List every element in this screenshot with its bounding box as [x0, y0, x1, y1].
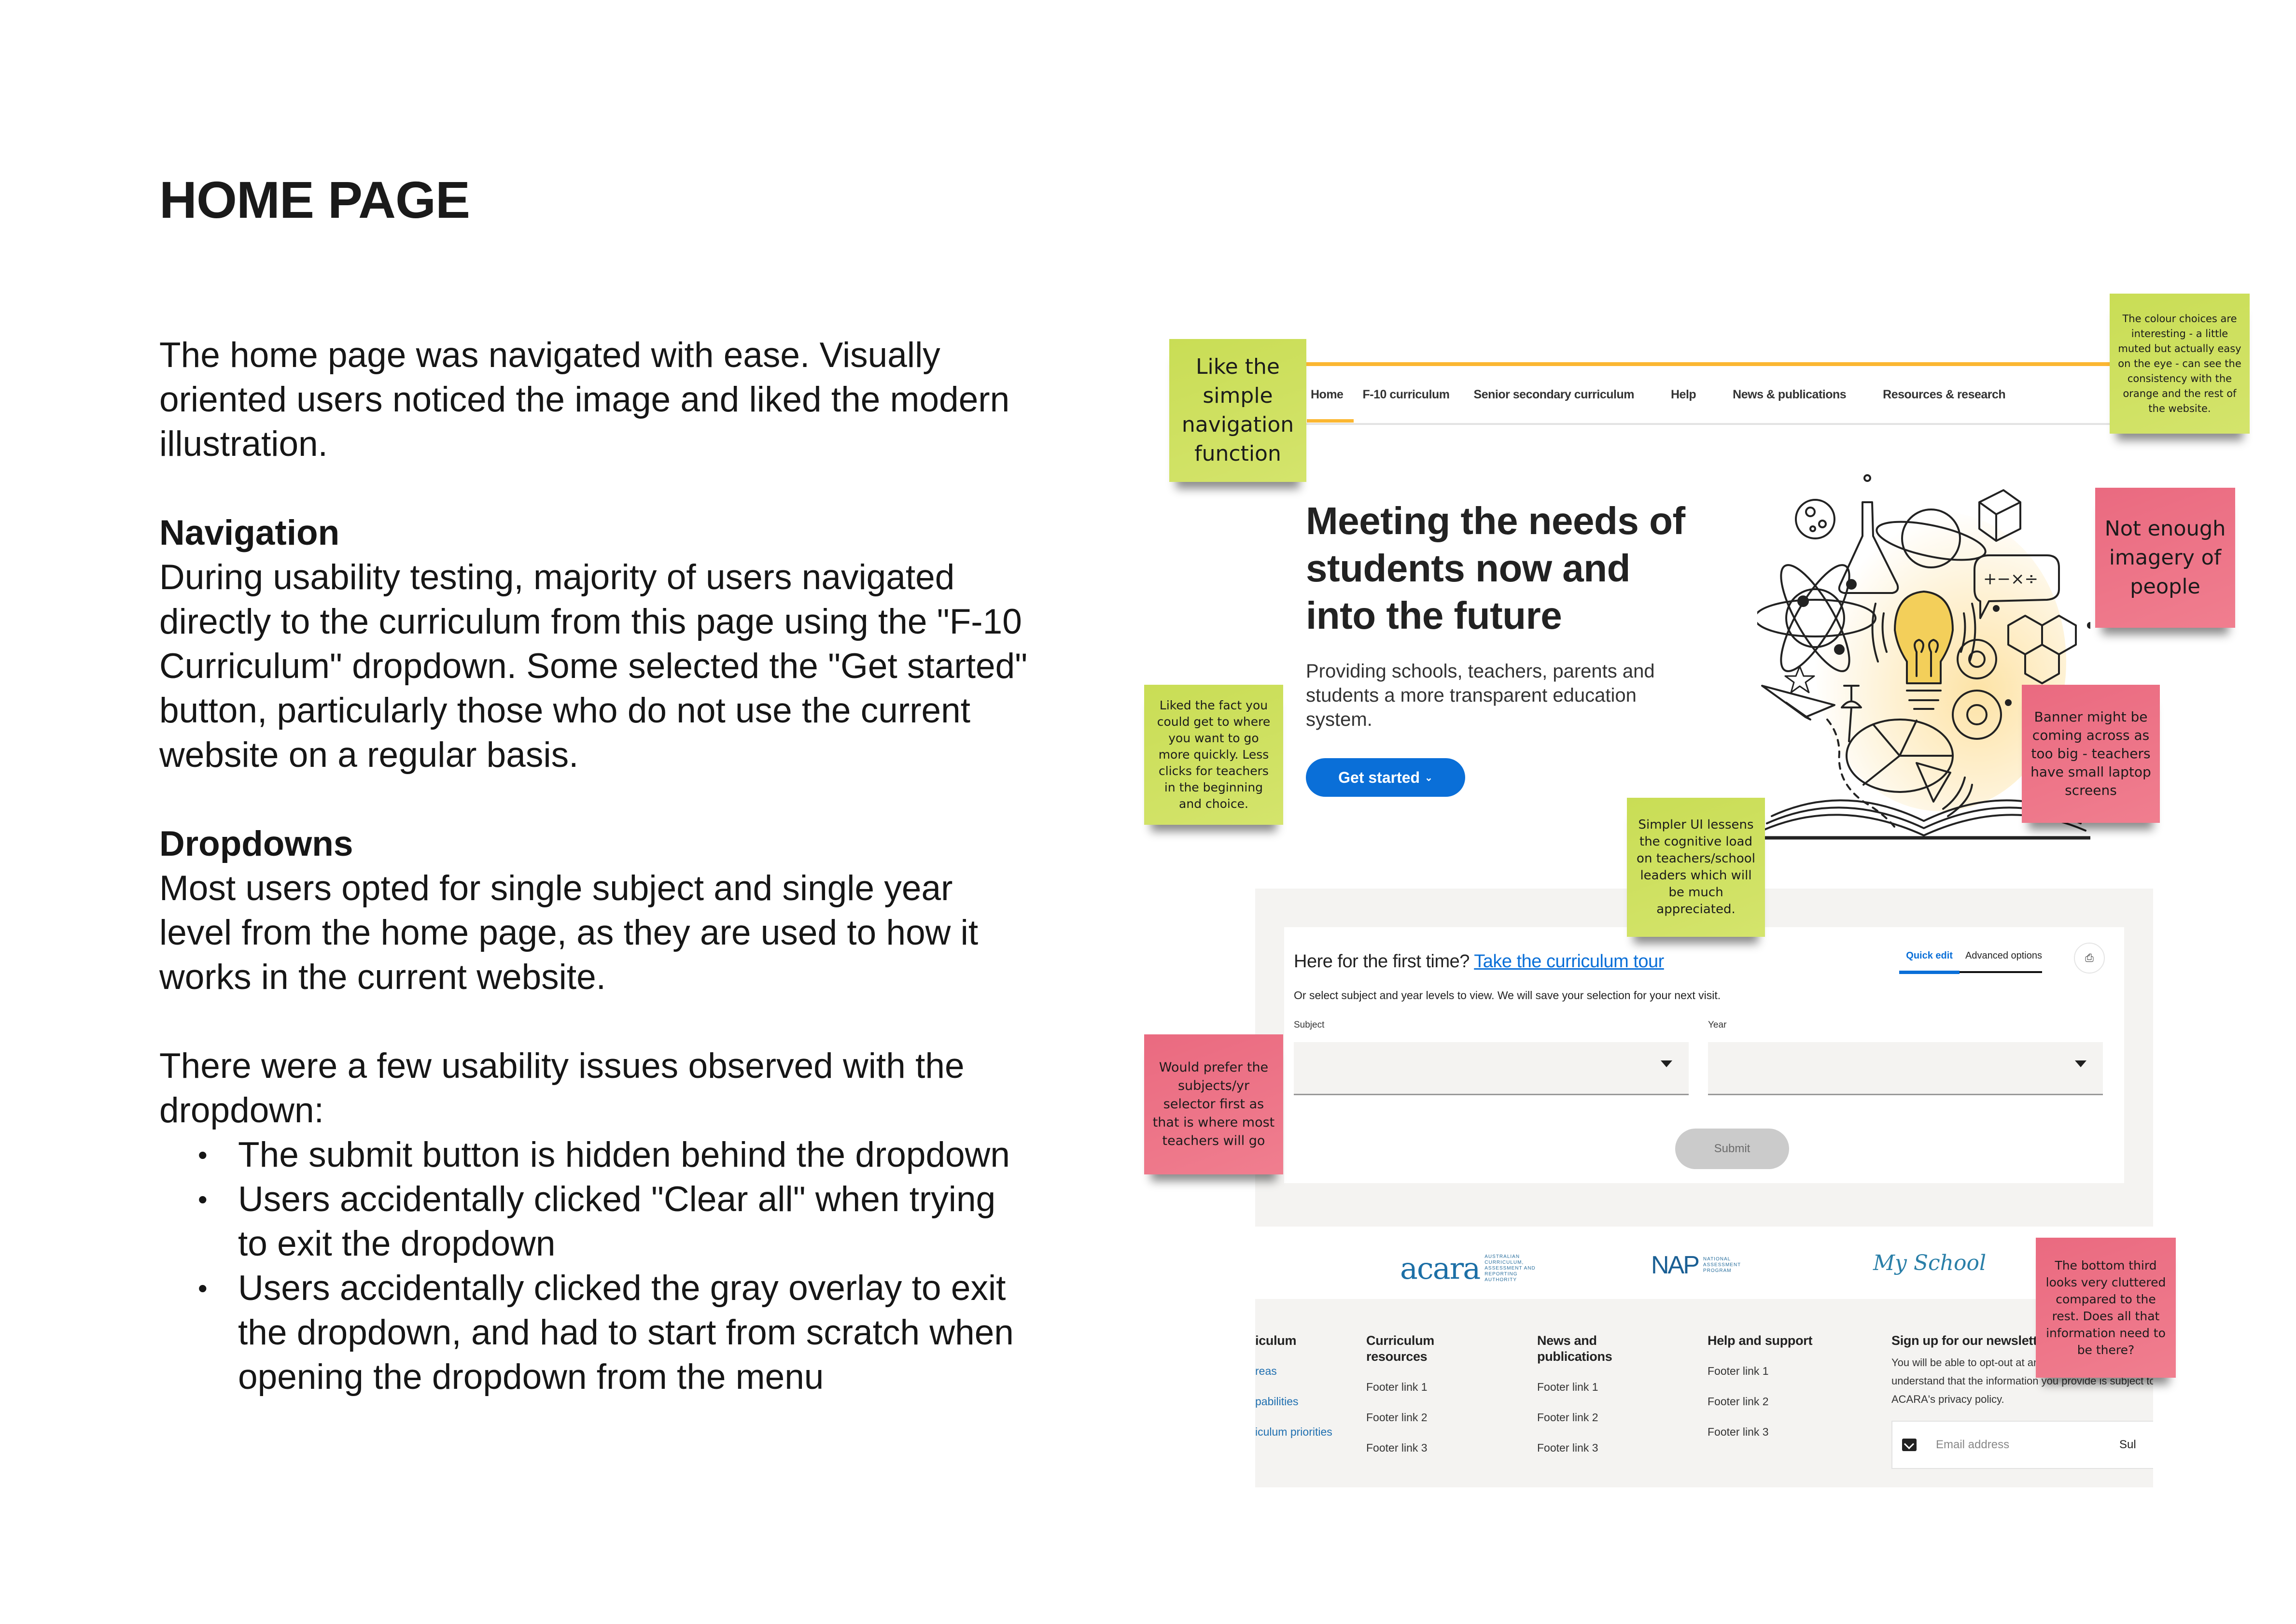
hero-title: Meeting the needs of students now and in… [1306, 499, 1685, 637]
year-label: Year [1708, 1020, 1727, 1030]
sticky-note-bottom-third: The bottom third looks very cluttered co… [2036, 1238, 2176, 1378]
page-title: HOME PAGE [159, 170, 470, 229]
sticky-note-banner: Banner might be coming across as too big… [2022, 685, 2160, 823]
moon-icon [1795, 499, 1835, 539]
nav-item-news-publications[interactable]: News & publications [1733, 388, 1846, 402]
section-body-dropdowns: Most users opted for single subject and … [159, 869, 979, 997]
sticky-note-simpler-ui: Simpler UI lessens the cognitive load on… [1627, 798, 1765, 937]
paper-plane-icon [1761, 685, 1835, 720]
footer-link[interactable]: iculum priorities [1255, 1424, 1332, 1440]
issues-list: The submit button is hidden behind the d… [159, 1133, 1028, 1399]
footer-heading: Curriculum resources [1366, 1333, 1435, 1364]
acara-tagline: Australian Curriculum, Assessment and Re… [1484, 1254, 1536, 1283]
get-started-label: Get started [1338, 768, 1420, 786]
footer-link[interactable]: Footer link 2 [1537, 1410, 1634, 1426]
section-body-navigation: During usability testing, majority of us… [159, 558, 1028, 775]
section-heading-dropdowns: Dropdowns [159, 824, 353, 863]
footer-heading: iculum [1255, 1333, 1297, 1348]
footer-link[interactable]: Footer link 3 [1537, 1440, 1634, 1456]
myschool-wordmark: My School [1873, 1251, 1987, 1275]
sticky-note-selector: Would prefer the subjects/yr selector fi… [1144, 1034, 1283, 1174]
first-time-heading: Here for the first time? Take the curric… [1294, 951, 1664, 972]
svg-text:+−×÷: +−×÷ [1983, 569, 2038, 589]
footer-link[interactable]: Footer link 1 [1366, 1379, 1463, 1395]
sticky-note-quick-access: Liked the fact you could get to where yo… [1144, 685, 1283, 825]
site-footer: iculum reas pabilities iculum priorities… [1255, 1299, 2153, 1487]
footer-col-curriculum: iculum reas pabilities iculum priorities [1255, 1333, 1332, 1440]
footer-col-help: Help and support Footer link 1 Footer li… [1708, 1333, 1813, 1440]
nav-items: Home F-10 curriculum Senior secondary cu… [1296, 366, 2006, 423]
nap-logo[interactable]: NAP National Assessment Program [1651, 1251, 1747, 1280]
form-help-text: Or select subject and year levels to vie… [1294, 989, 1721, 1002]
sticky-note-imagery: Not enough imagery of people [2095, 488, 2235, 628]
report-column: HOME PAGE The home page was navigated wi… [159, 170, 1028, 1397]
flask-icon [1838, 474, 1899, 594]
report-body: The home page was navigated with ease. V… [159, 333, 1028, 1399]
sticky-note-navigation: Like the simple navigation function [1169, 339, 1306, 482]
chevron-down-icon: ⌄ [1425, 772, 1433, 783]
gears-icon [1952, 639, 2002, 740]
issue-item: The submit button is hidden behind the d… [159, 1133, 1028, 1177]
footer-heading: Help and support [1708, 1333, 1813, 1348]
footer-link[interactable]: Footer link 3 [1708, 1424, 1812, 1440]
subject-label: Subject [1294, 1020, 1325, 1030]
newsletter-email-field: Sul [1891, 1421, 2153, 1469]
partner-logos: acara Australian Curriculum, Assessment … [1255, 1227, 2153, 1299]
edit-mode-tabs: Quick edit Advanced options [1899, 950, 2042, 974]
section-heading-navigation: Navigation [159, 513, 340, 552]
sticky-note-colour: The colour choices are interesting - a l… [2110, 294, 2250, 434]
tab-quick-edit[interactable]: Quick edit [1899, 950, 1960, 974]
nap-wordmark: NAP [1651, 1251, 1700, 1279]
mail-icon [1902, 1439, 1917, 1451]
nav-item-home[interactable]: Home [1306, 388, 1355, 423]
report-intro: The home page was navigated with ease. V… [159, 336, 1010, 464]
issue-item: Users accidentally clicked "Clear all" w… [159, 1177, 1028, 1266]
subject-select[interactable] [1294, 1042, 1689, 1095]
get-started-button[interactable]: Get started ⌄ [1306, 758, 1465, 797]
caret-down-icon [1661, 1060, 1672, 1067]
footer-link[interactable]: reas [1255, 1363, 1332, 1379]
footer-link[interactable]: Footer link 1 [1708, 1363, 1812, 1379]
subscribe-button[interactable]: Sul [2119, 1438, 2136, 1452]
myschool-logo[interactable]: My School [1873, 1251, 1986, 1275]
first-time-prefix: Here for the first time? [1294, 951, 1470, 972]
acara-logo[interactable]: acara Australian Curriculum, Assessment … [1400, 1251, 1547, 1286]
footer-link[interactable]: Footer link 2 [1366, 1410, 1463, 1426]
tab-advanced-options[interactable]: Advanced options [1965, 950, 2042, 961]
nav-item-help[interactable]: Help [1671, 388, 1696, 402]
hero-subtitle: Providing schools, teachers, parents and… [1306, 661, 1655, 730]
caret-down-icon [2075, 1060, 2086, 1067]
nav-item-resources-research[interactable]: Resources & research [1883, 388, 2006, 402]
year-select[interactable] [1708, 1042, 2103, 1095]
footer-link[interactable]: Footer link 3 [1366, 1440, 1463, 1456]
submit-button[interactable]: Submit [1675, 1129, 1789, 1169]
pie-chart-icon [1846, 719, 1954, 803]
printer-icon: ⎙ [2085, 952, 2094, 964]
footer-link[interactable]: pabilities [1255, 1394, 1332, 1410]
print-button[interactable]: ⎙ [2074, 943, 2105, 974]
nav-item-f10-curriculum[interactable]: F-10 curriculum [1362, 388, 1450, 402]
issue-item: Users accidentally clicked the gray over… [159, 1266, 1028, 1399]
issues-intro: There were a few usability issues observ… [159, 1046, 965, 1130]
acara-wordmark: acara [1400, 1251, 1481, 1286]
math-bubble-icon: +−×÷ [1974, 554, 2060, 619]
footer-col-curriculum-resources: Curriculum resources Footer link 1 Foote… [1366, 1333, 1463, 1456]
curriculum-tour-link[interactable]: Take the curriculum tour [1474, 951, 1664, 972]
main-navigation: Home F-10 curriculum Senior secondary cu… [1296, 362, 2122, 425]
email-input[interactable] [1936, 1438, 2119, 1452]
nav-item-senior-secondary[interactable]: Senior secondary curriculum [1474, 388, 1635, 402]
curriculum-selector-card: Here for the first time? Take the curric… [1284, 927, 2124, 1183]
footer-link[interactable]: Footer link 2 [1708, 1394, 1812, 1410]
curriculum-selector-section: Here for the first time? Take the curric… [1255, 889, 2153, 1227]
footer-link[interactable]: Footer link 1 [1537, 1379, 1634, 1395]
planet-icon [1876, 508, 1987, 568]
footer-heading: News and publications [1537, 1333, 1612, 1364]
footer-col-news: News and publications Footer link 1 Foot… [1537, 1333, 1634, 1456]
atom-icon [1757, 564, 1876, 672]
cube-icon [1978, 489, 2021, 542]
nap-tagline: National Assessment Program [1703, 1257, 1741, 1273]
